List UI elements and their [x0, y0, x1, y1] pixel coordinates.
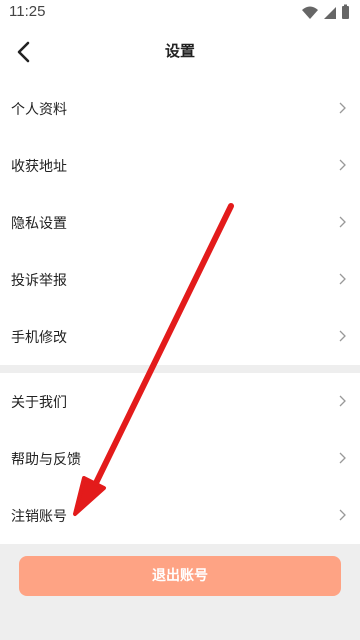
settings-group-account: 个人资料 收获地址 隐私设置 投诉举报 手机修改 — [0, 80, 360, 365]
chevron-right-icon — [339, 216, 346, 228]
row-label: 手机修改 — [11, 330, 67, 346]
row-change-phone[interactable]: 手机修改 — [0, 308, 360, 365]
status-icons — [302, 4, 349, 19]
chevron-right-icon — [339, 509, 346, 521]
row-about-us[interactable]: 关于我们 — [0, 373, 360, 430]
battery-icon — [342, 6, 349, 19]
row-label: 注销账号 — [11, 509, 67, 525]
status-bar: 11:25 — [0, 0, 360, 26]
chevron-right-icon — [339, 273, 346, 285]
row-label: 个人资料 — [11, 102, 67, 118]
chevron-right-icon — [339, 159, 346, 171]
wifi-icon — [302, 6, 318, 19]
row-label: 关于我们 — [11, 395, 67, 411]
row-shipping-address[interactable]: 收获地址 — [0, 137, 360, 194]
chevron-right-icon — [339, 395, 346, 407]
logout-button[interactable]: 退出账号 — [19, 556, 341, 596]
row-label: 帮助与反馈 — [11, 452, 81, 468]
status-time: 11:25 — [9, 3, 46, 20]
row-label: 隐私设置 — [11, 216, 67, 232]
signal-icon — [324, 7, 336, 19]
settings-group-about: 关于我们 帮助与反馈 注销账号 — [0, 373, 360, 544]
bottom-area: 退出账号 — [0, 544, 360, 640]
row-label: 收获地址 — [11, 159, 67, 175]
row-help-feedback[interactable]: 帮助与反馈 — [0, 430, 360, 487]
page-title: 设置 — [164, 42, 195, 60]
chevron-right-icon — [339, 330, 346, 342]
chevron-right-icon — [339, 102, 346, 114]
row-privacy-settings[interactable]: 隐私设置 — [0, 194, 360, 251]
row-cancel-account[interactable]: 注销账号 — [0, 487, 360, 544]
row-personal-info[interactable]: 个人资料 — [0, 80, 360, 137]
row-label: 投诉举报 — [11, 273, 67, 289]
chevron-right-icon — [339, 452, 346, 464]
section-divider — [0, 365, 360, 373]
row-complaint-report[interactable]: 投诉举报 — [0, 251, 360, 308]
nav-bar: 设置 — [0, 26, 360, 78]
